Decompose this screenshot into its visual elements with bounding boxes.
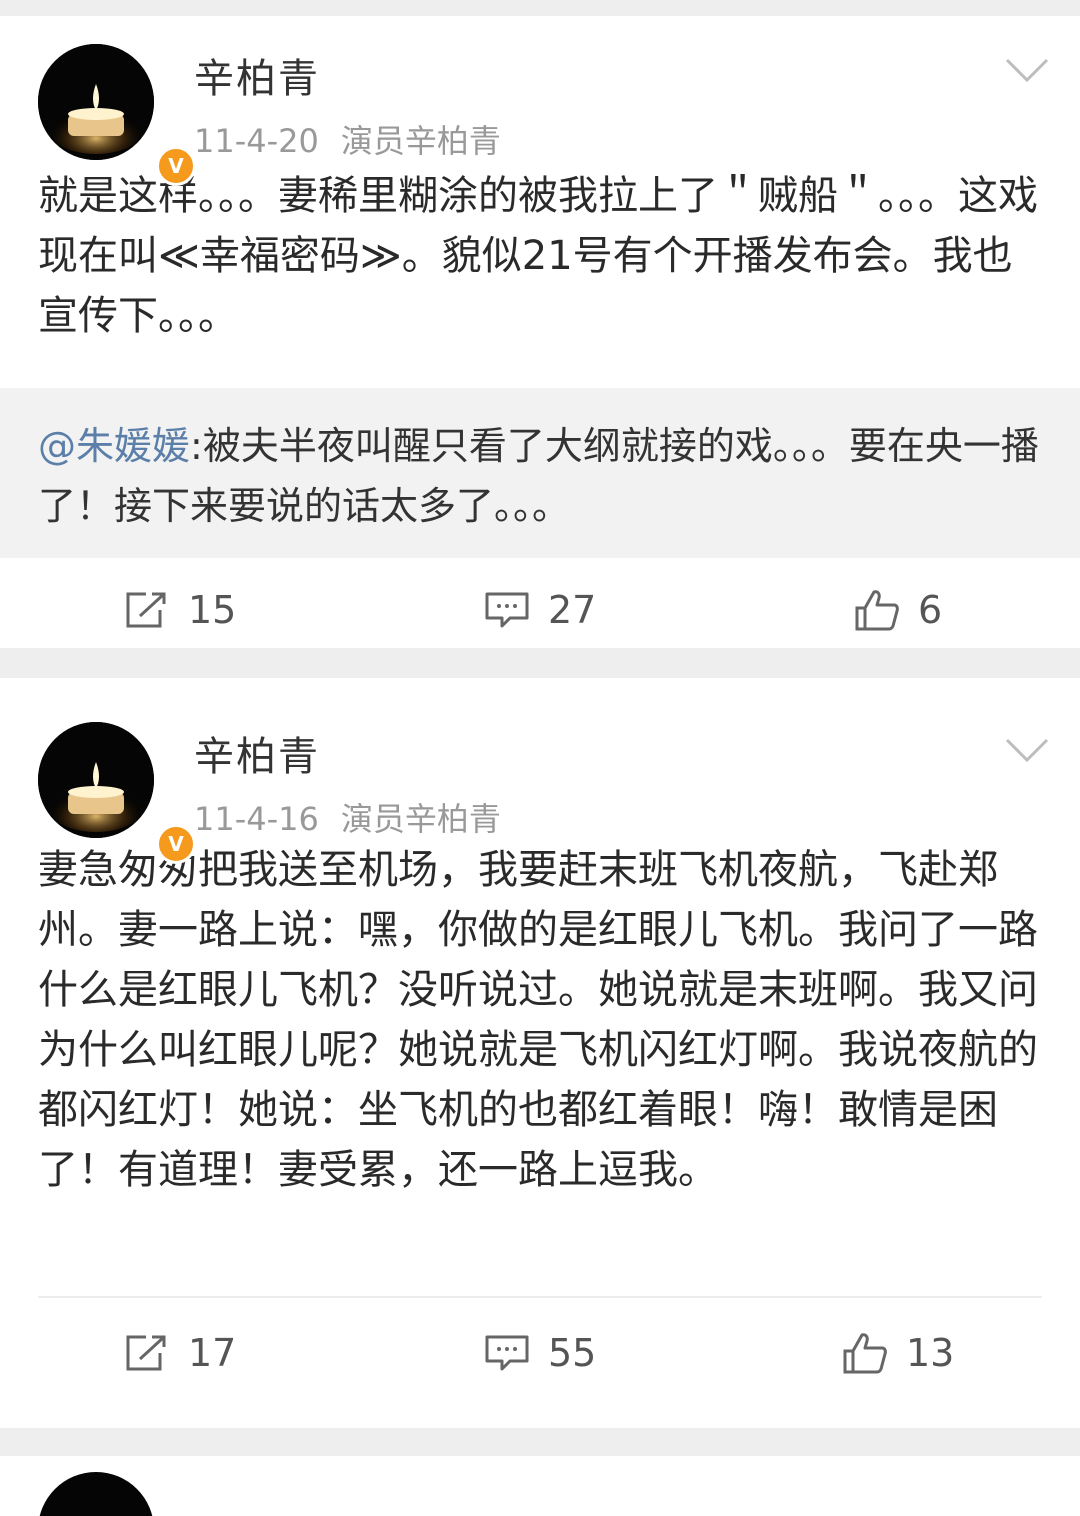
post-source: 演员辛柏青 [340,122,501,160]
like-count: 6 [918,588,943,632]
avatar[interactable] [38,1472,154,1516]
avatar[interactable]: V [38,722,196,864]
avatar[interactable]: V [38,44,196,186]
post-text: 妻急匆匆把我送至机场，我要赶末班飞机夜航，飞赴郑州。妻一路上说：嘿，你做的是红眼… [38,847,1038,1193]
repost-count: 17 [188,1331,237,1375]
action-bar: 15 27 6 [0,558,1080,662]
like-button[interactable]: 6 [854,558,942,662]
candle-avatar-icon [38,44,154,160]
like-button[interactable]: 13 [842,1298,954,1408]
comment-icon [485,592,529,628]
post-date: 11-4-20 [194,122,319,160]
comment-button[interactable]: 27 [484,558,596,662]
post-source: 演员辛柏青 [340,800,501,838]
mention-link[interactable]: @朱媛媛 [38,424,190,468]
post-text: 就是这样。。。妻稀里糊涂的被我拉上了＂贼船＂。。。这戏现在叫≪幸福密码≫。貌似2… [38,173,1038,339]
post-header: V 辛柏青 11-4-20 演员辛柏青 [0,16,1080,186]
verified-badge-icon: V [156,824,196,864]
repost-button[interactable]: 17 [124,1298,236,1408]
comment-icon [485,1335,529,1371]
author-name[interactable]: 辛柏青 [194,724,320,782]
repost-icon [126,1335,166,1371]
chevron-down-icon[interactable] [1004,736,1050,768]
post-meta: 11-4-16 演员辛柏青 [194,794,501,840]
comment-button[interactable]: 55 [484,1298,596,1408]
verified-badge-icon: V [156,146,196,186]
post-1[interactable]: V 辛柏青 11-4-20 演员辛柏青 就是这样。。。妻稀里糊涂的被我拉上了＂贼船… [0,16,1080,648]
repost-block[interactable]: @朱媛媛:被夫半夜叫醒只看了大纲就接的戏。。。要在央一播了！接下来要说的话太多了… [0,388,1080,558]
post-2[interactable]: V 辛柏青 11-4-16 演员辛柏青 妻急匆匆把我送至机场，我要赶末班飞机夜航，… [0,678,1080,1428]
repost-icon [126,592,166,628]
post-meta: 11-4-20 演员辛柏青 [194,116,501,162]
comment-count: 27 [548,588,597,632]
like-count: 13 [906,1331,955,1375]
candle-avatar-icon [38,722,154,838]
author-name[interactable]: 辛柏青 [194,46,320,104]
post-date: 11-4-16 [194,800,319,838]
repost-count: 15 [188,588,237,632]
repost-button[interactable]: 15 [124,558,236,662]
action-bar: 17 55 13 [0,1298,1080,1408]
chevron-down-icon[interactable] [1004,56,1050,88]
post-header: V 辛柏青 11-4-16 演员辛柏青 [0,678,1080,864]
comment-count: 55 [548,1331,597,1375]
post-3[interactable] [0,1456,1080,1516]
like-icon [843,1333,887,1374]
like-icon [855,590,899,631]
